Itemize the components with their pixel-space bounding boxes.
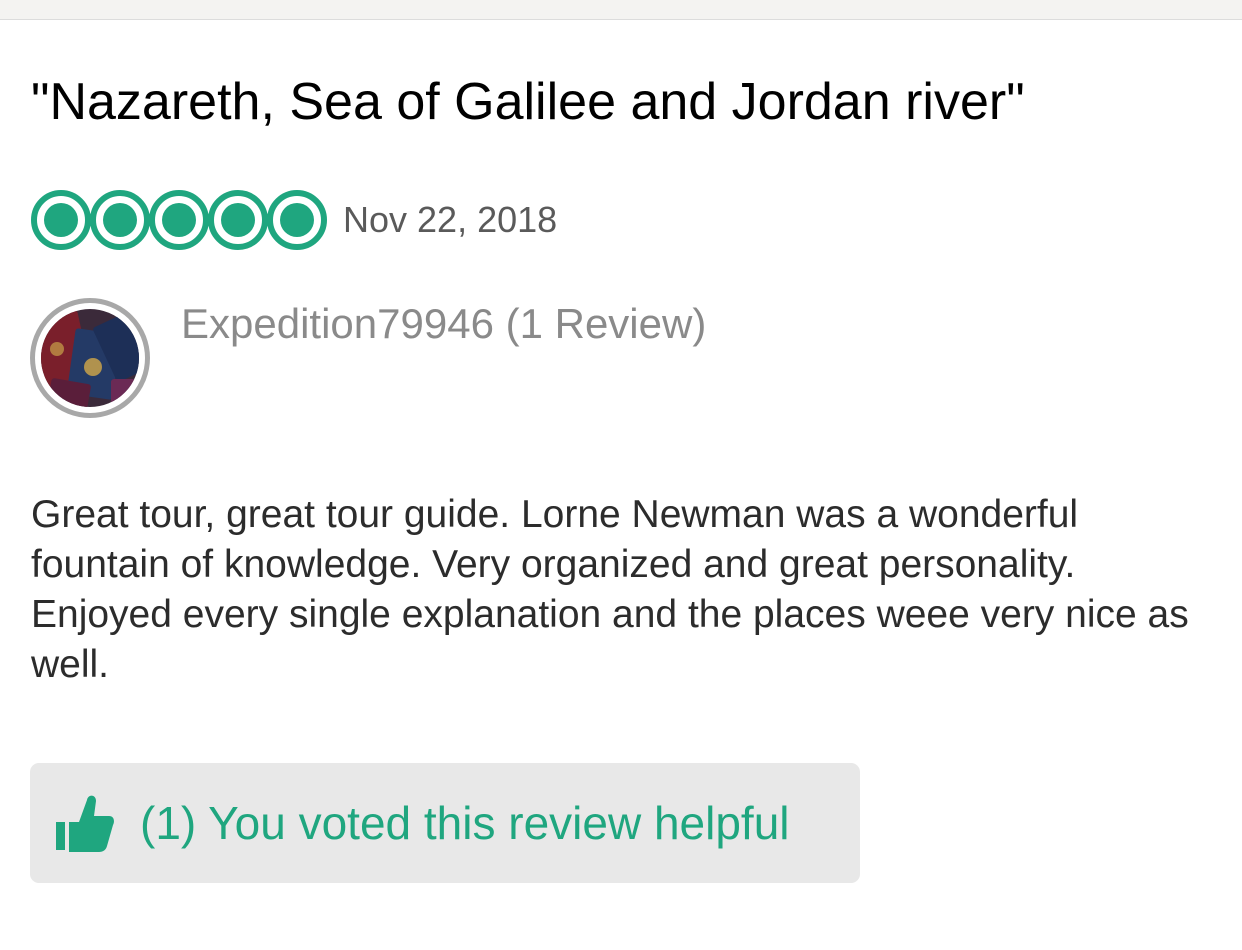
review-title: "Nazareth, Sea of Galilee and Jordan riv… bbox=[31, 73, 1025, 131]
bubble-rating bbox=[31, 190, 327, 250]
passport-avatar-image bbox=[41, 309, 139, 407]
helpful-vote-button[interactable]: (1) You voted this review helpful bbox=[30, 763, 860, 883]
top-divider-strip bbox=[0, 0, 1242, 20]
rating-bubble-icon bbox=[149, 190, 209, 250]
rating-bubble-icon bbox=[208, 190, 268, 250]
rating-bubble-icon bbox=[31, 190, 91, 250]
rating-row: Nov 22, 2018 bbox=[31, 190, 557, 250]
review-body: Great tour, great tour guide. Lorne Newm… bbox=[31, 493, 1189, 686]
thumbs-up-icon bbox=[56, 792, 114, 854]
reviewer-name[interactable]: Expedition79946 (1 Review) bbox=[181, 300, 706, 348]
helpful-vote-label: (1) You voted this review helpful bbox=[140, 797, 790, 849]
rating-bubble-icon bbox=[90, 190, 150, 250]
rating-bubble-icon bbox=[267, 190, 327, 250]
avatar-photo bbox=[41, 309, 139, 407]
avatar[interactable] bbox=[30, 298, 150, 418]
review-date: Nov 22, 2018 bbox=[343, 199, 558, 240]
